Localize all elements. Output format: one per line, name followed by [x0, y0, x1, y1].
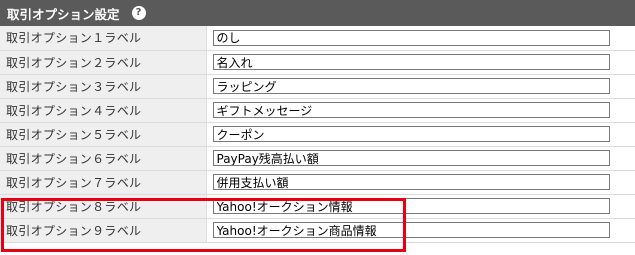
table-row: 取引オプション１ラベル — [0, 26, 635, 51]
option-5-label: 取引オプション５ラベル — [0, 122, 207, 147]
option-1-label: 取引オプション１ラベル — [0, 26, 207, 51]
option-3-label: 取引オプション３ラベル — [0, 74, 207, 99]
option-4-input[interactable] — [212, 102, 610, 118]
option-5-input[interactable] — [212, 126, 610, 142]
help-icon[interactable]: ? — [131, 6, 146, 20]
option-2-input[interactable] — [212, 54, 610, 70]
option-7-input[interactable] — [212, 174, 610, 190]
option-7-label: 取引オプション７ラベル — [0, 170, 207, 195]
table-row: 取引オプション４ラベル — [0, 98, 635, 123]
section-header: 取引オプション設定 ? — [0, 0, 635, 26]
option-4-label: 取引オプション４ラベル — [0, 98, 207, 123]
option-3-input[interactable] — [212, 78, 610, 94]
option-9-input[interactable] — [212, 222, 610, 238]
table-row: 取引オプション９ラベル — [0, 218, 635, 243]
option-2-label: 取引オプション２ラベル — [0, 50, 207, 75]
options-table: 取引オプション１ラベル 取引オプション２ラベル 取引オプション３ラベル 取引オプ… — [0, 26, 635, 243]
trade-options-panel: 取引オプション設定 ? 取引オプション１ラベル 取引オプション２ラベル 取引オプ… — [0, 0, 635, 243]
option-6-label: 取引オプション６ラベル — [0, 146, 207, 171]
table-row: 取引オプション７ラベル — [0, 170, 635, 195]
table-row: 取引オプション８ラベル — [0, 194, 635, 219]
option-6-input[interactable] — [212, 150, 610, 166]
option-8-input[interactable] — [212, 198, 610, 214]
table-row: 取引オプション３ラベル — [0, 74, 635, 99]
table-row: 取引オプション５ラベル — [0, 122, 635, 147]
section-title: 取引オプション設定 — [7, 6, 120, 22]
table-row: 取引オプション６ラベル — [0, 146, 635, 171]
table-row: 取引オプション２ラベル — [0, 50, 635, 75]
option-8-label: 取引オプション８ラベル — [0, 194, 207, 219]
option-1-input[interactable] — [212, 29, 610, 46]
option-9-label: 取引オプション９ラベル — [0, 218, 207, 243]
